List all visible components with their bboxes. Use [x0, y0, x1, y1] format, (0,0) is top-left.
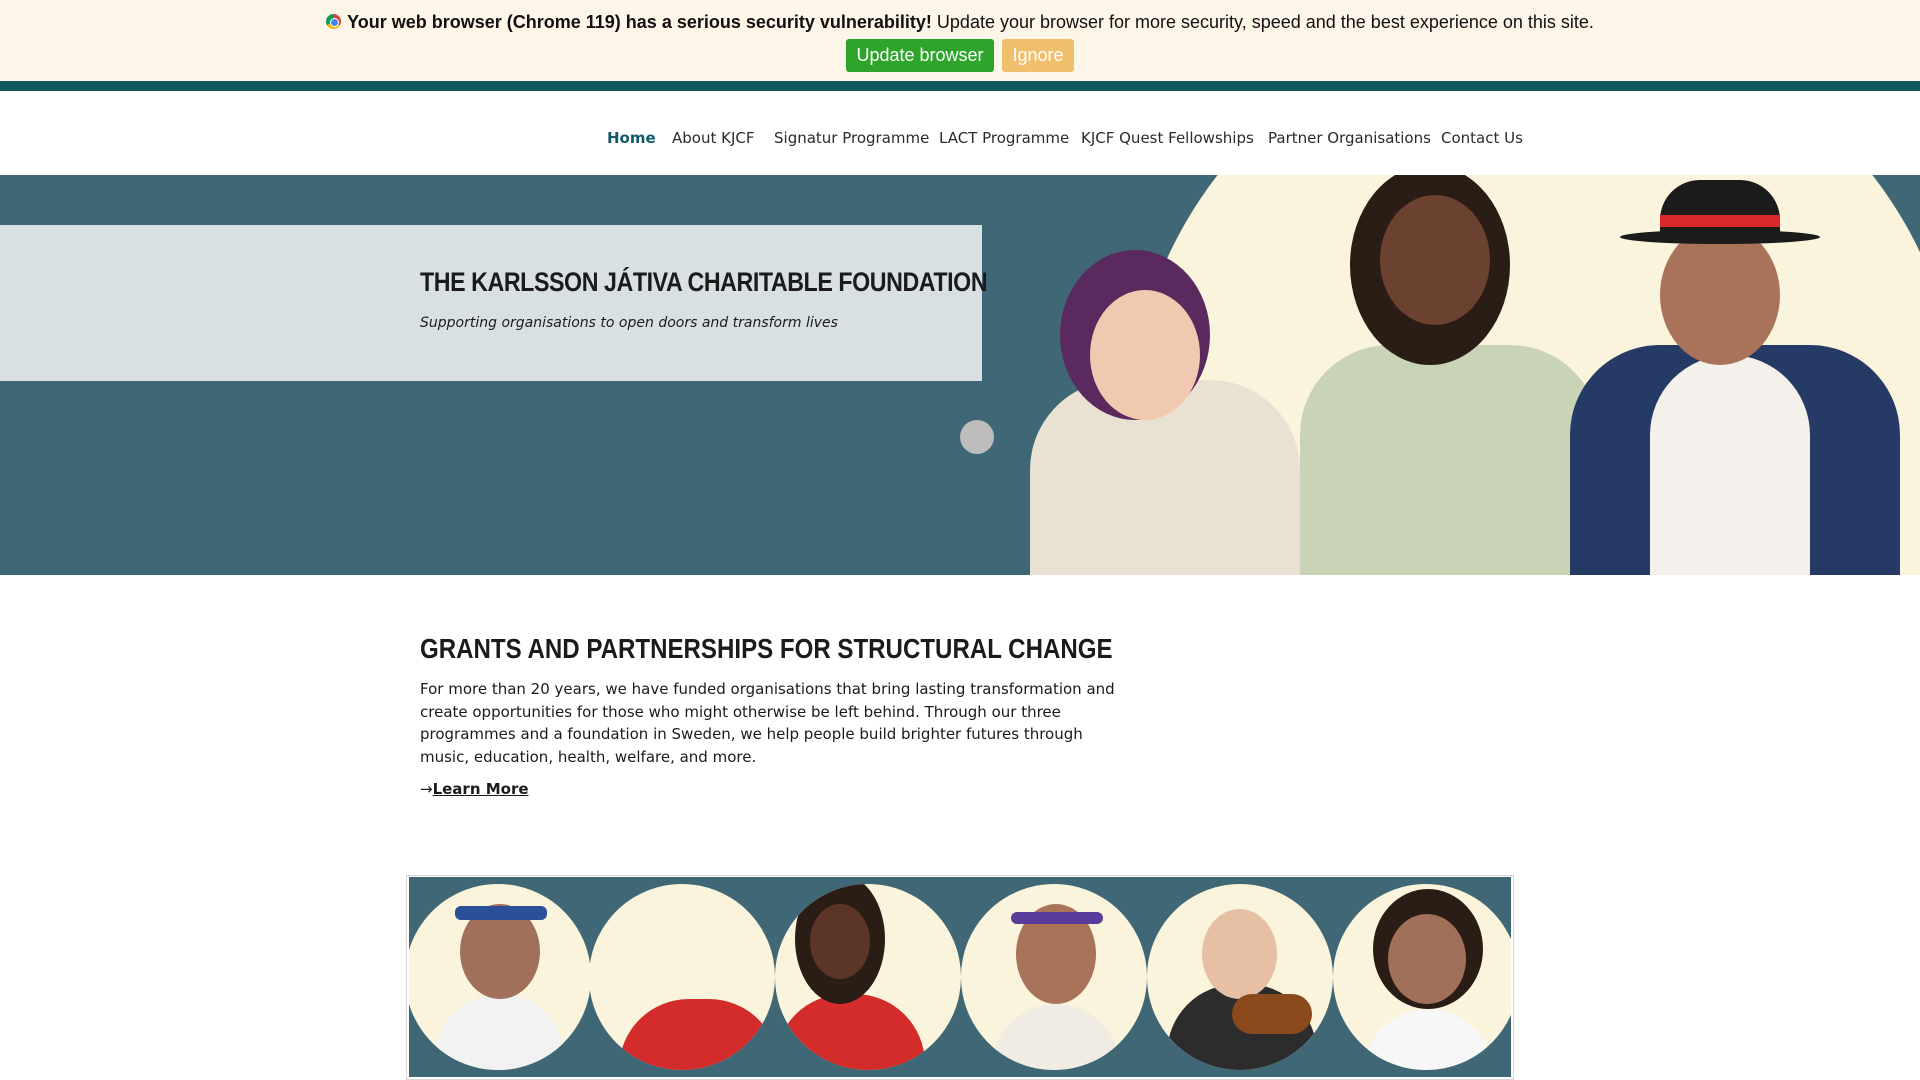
portrait-woman-sunglasses — [775, 884, 961, 1070]
main-navigation: Home About KJCF Signatur Programme LACT … — [0, 124, 1920, 154]
portrait-banner-image — [409, 877, 1511, 1077]
hero-section: THE KARLSSON JÁTIVA CHARITABLE FOUNDATIO… — [0, 175, 1920, 575]
nav-contact-us[interactable]: Contact Us — [1441, 129, 1523, 147]
learn-more-row: →Learn More — [420, 780, 529, 798]
ignore-button[interactable]: Ignore — [1002, 39, 1074, 72]
nav-lact-programme[interactable]: LACT Programme — [939, 129, 1069, 147]
update-warning-bold: Your web browser (Chrome 119) has a seri… — [347, 12, 932, 32]
nav-signatur-programme[interactable]: Signatur Programme — [774, 129, 929, 147]
hero-photo-woman-hat — [1560, 175, 1920, 575]
portrait-woman-headband — [961, 884, 1147, 1070]
browser-update-banner: Your web browser (Chrome 119) has a seri… — [0, 0, 1920, 81]
nav-kjcf-quest-fellowships[interactable]: KJCF Quest Fellowships — [1081, 129, 1254, 147]
nav-home[interactable]: Home — [607, 129, 656, 147]
nav-partner-organisations[interactable]: Partner Organisations — [1268, 129, 1431, 147]
hero-subtitle: Supporting organisations to open doors a… — [420, 315, 838, 331]
hero-title-box — [0, 225, 982, 381]
chrome-icon — [326, 14, 342, 29]
hero-title: THE KARLSSON JÁTIVA CHARITABLE FOUNDATIO… — [420, 267, 988, 297]
section-body-text: For more than 20 years, we have funded o… — [420, 680, 1115, 766]
update-message: Your web browser (Chrome 119) has a seri… — [0, 12, 1920, 33]
section-heading: GRANTS AND PARTNERSHIPS FOR STRUCTURAL C… — [420, 633, 1113, 664]
portrait-woman-red-jacket — [589, 884, 775, 1070]
update-browser-button[interactable]: Update browser — [846, 39, 994, 72]
learn-more-link[interactable]: Learn More — [433, 780, 529, 798]
portrait-girl-headband — [409, 884, 591, 1070]
portrait-banner — [406, 875, 1514, 1080]
nav-about-kjcf[interactable]: About KJCF — [672, 129, 754, 147]
update-warning-text: Update your browser for more security, s… — [931, 12, 1594, 32]
portrait-boy-violin — [1147, 884, 1333, 1070]
arrow-right-icon: → — [420, 780, 433, 798]
portrait-girl-curly-hair — [1333, 884, 1511, 1070]
header-stripe — [0, 81, 1920, 91]
